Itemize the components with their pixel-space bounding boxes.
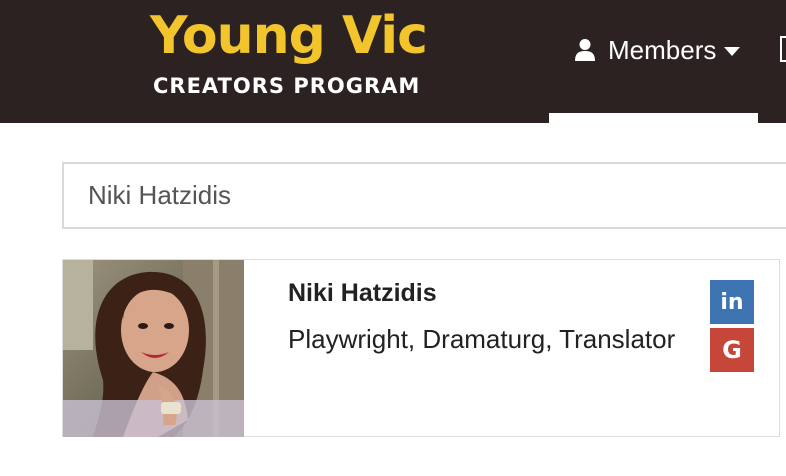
user-icon [575, 39, 595, 61]
logo-title[interactable]: Young Vic [150, 2, 428, 70]
linkedin-button[interactable]: in [710, 280, 754, 324]
google-icon: G [722, 336, 742, 364]
member-card[interactable]: Niki Hatzidis Playwright, Dramaturg, Tra… [62, 259, 780, 437]
member-roles: Playwright, Dramaturg, Translator [288, 324, 676, 354]
site-header: Young Vic CREATORS PROGRAM Members [0, 0, 786, 123]
nav-active-indicator [549, 113, 758, 123]
nav-next-item-icon[interactable] [780, 36, 786, 62]
member-name[interactable]: Niki Hatzidis [288, 277, 437, 309]
members-label: Members [608, 35, 717, 65]
member-photo[interactable] [63, 260, 244, 437]
search-input[interactable] [62, 162, 786, 229]
linkedin-icon: in [720, 289, 744, 315]
caret-down-icon [724, 46, 741, 56]
google-button[interactable]: G [710, 328, 754, 372]
members-menu[interactable]: Members [574, 30, 741, 70]
logo-subtitle[interactable]: CREATORS PROGRAM [153, 72, 420, 100]
